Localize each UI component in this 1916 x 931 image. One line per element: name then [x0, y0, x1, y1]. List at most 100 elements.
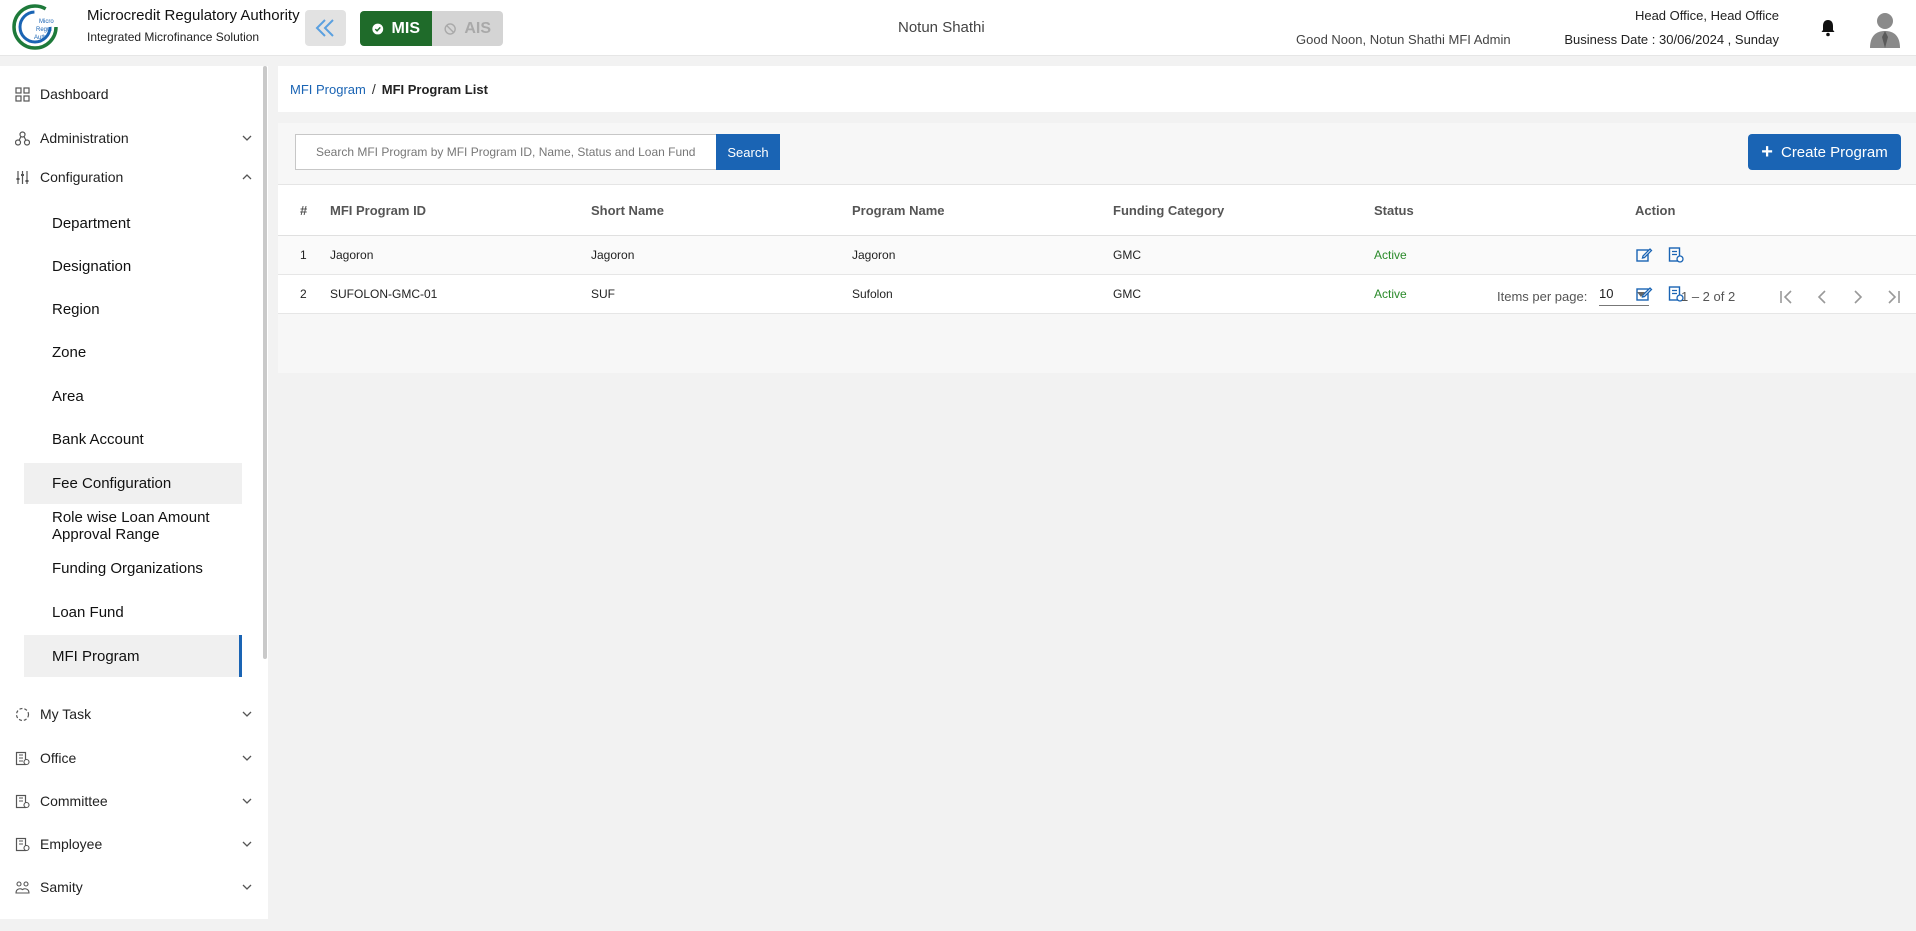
chevron-down-icon	[242, 711, 252, 717]
cell-program-id: Jagoron	[330, 248, 374, 262]
last-page-icon[interactable]	[1883, 286, 1905, 308]
sidebar-subitem-fee-configuration[interactable]: Fee Configuration	[24, 463, 242, 504]
sidebar-item-committee[interactable]: Committee	[0, 784, 260, 818]
top-header: Micro Regul Auth Microcredit Regulatory …	[0, 0, 1916, 56]
next-page-icon[interactable]	[1847, 286, 1869, 308]
breadcrumb: MFI Program / MFI Program List	[278, 66, 1916, 112]
create-program-label: Create Program	[1780, 143, 1888, 161]
cell-status: Active	[1374, 248, 1407, 262]
business-date: Business Date : 30/06/2024 , Sunday	[1564, 32, 1779, 47]
user-avatar-icon[interactable]	[1868, 10, 1902, 48]
app-title: Microcredit Regulatory Authority	[87, 7, 300, 24]
column-header-status: Status	[1374, 202, 1414, 218]
items-per-page-label: Items per page:	[1497, 289, 1588, 304]
check-circle-icon	[372, 23, 384, 34]
notification-bell-icon[interactable]	[1818, 18, 1838, 38]
search-input[interactable]	[295, 134, 719, 170]
search-button[interactable]: Search	[716, 134, 780, 170]
sidebar-item-label: Office	[40, 750, 77, 766]
ais-label: AIS	[464, 19, 491, 37]
dropdown-arrow-icon	[1637, 292, 1645, 297]
paginator: Items per page: 10 1 – 2 of 2	[278, 274, 1916, 320]
sidebar-item-label: Committee	[40, 793, 108, 809]
breadcrumb-link-mfi-program[interactable]: MFI Program	[290, 82, 366, 97]
sidebar-item-label: Administration	[40, 130, 129, 146]
mis-mode-button[interactable]: MIS	[360, 11, 432, 46]
column-header-program-id: MFI Program ID	[330, 202, 427, 218]
page-size-select[interactable]: 10	[1599, 286, 1649, 306]
sidebar-subitem-designation[interactable]: Designation	[24, 248, 242, 284]
double-chevron-left-icon	[315, 19, 334, 37]
cell-action	[1635, 236, 1916, 275]
create-program-button[interactable]: + Create Program	[1748, 134, 1901, 170]
employee-icon	[15, 837, 30, 851]
chevron-down-icon	[242, 884, 252, 890]
office-icon	[15, 751, 30, 765]
sliders-icon	[16, 170, 29, 184]
page-size-value: 10	[1599, 286, 1614, 301]
ais-mode-button[interactable]: AIS	[432, 11, 503, 46]
block-icon	[444, 22, 456, 35]
program-list-panel: Search + Create Program # MFI Program ID…	[278, 123, 1916, 373]
chevron-down-icon	[242, 135, 252, 141]
sidebar-item-employee[interactable]: Employee	[0, 827, 260, 861]
cell-index: 1	[300, 248, 307, 262]
column-header-index: #	[300, 202, 308, 218]
mis-label: MIS	[391, 19, 420, 37]
committee-icon	[15, 794, 30, 808]
sidebar-subitem-role-loan-approval[interactable]: Role wise Loan Amount Approval Range	[24, 507, 242, 545]
sidebar-item-administration[interactable]: Administration	[0, 121, 260, 155]
sidebar-item-label: Dashboard	[40, 86, 109, 102]
greeting-text: Good Noon, Notun Shathi MFI Admin	[1296, 32, 1511, 47]
cell-funding-category: GMC	[1113, 248, 1141, 262]
view-details-icon[interactable]	[1667, 246, 1685, 264]
sidebar-item-label: Configuration	[40, 169, 124, 185]
collapse-sidebar-button[interactable]	[305, 10, 346, 46]
cell-program-name: Jagoron	[852, 248, 896, 262]
sidebar-subitem-bank-account[interactable]: Bank Account	[24, 421, 242, 457]
sidebar-item-label: Samity	[40, 879, 83, 895]
sidebar-item-dashboard[interactable]: Dashboard	[0, 77, 260, 111]
svg-text:Micro: Micro	[39, 19, 54, 25]
sidebar-item-my-task[interactable]: My Task	[0, 697, 260, 731]
previous-page-icon[interactable]	[1811, 286, 1833, 308]
mra-logo: Micro Regul Auth	[12, 4, 58, 50]
sidebar-item-configuration[interactable]: Configuration	[0, 160, 260, 194]
sidebar-subitem-loan-fund[interactable]: Loan Fund	[24, 594, 242, 630]
chevron-up-icon	[242, 174, 252, 180]
edit-icon[interactable]	[1635, 246, 1653, 264]
grid-icon	[15, 86, 30, 102]
sidebar-subitem-region[interactable]: Region	[24, 291, 242, 327]
svg-text:Auth: Auth	[34, 35, 46, 41]
app-subtitle: Integrated Microfinance Solution	[87, 30, 260, 44]
sidebar-item-samity[interactable]: Samity	[0, 870, 260, 904]
column-header-program-name: Program Name	[852, 202, 945, 218]
samity-icon	[15, 880, 30, 894]
sidebar-item-label: My Task	[40, 706, 92, 722]
chevron-down-icon	[242, 755, 252, 761]
sidebar-scrollbar[interactable]	[263, 66, 267, 659]
table-header-row: # MFI Program ID Short Name Program Name…	[278, 184, 1916, 236]
office-name: Head Office, Head Office	[1634, 8, 1779, 23]
module-switcher: MIS AIS	[360, 11, 503, 46]
hierarchy-icon	[15, 130, 30, 146]
sidebar-subitem-area[interactable]: Area	[24, 378, 242, 414]
cell-short-name: Jagoron	[591, 248, 635, 262]
chevron-down-icon	[242, 841, 252, 847]
sidebar-item-office[interactable]: Office	[0, 741, 260, 775]
plus-icon: +	[1761, 141, 1773, 163]
chevron-down-icon	[242, 798, 252, 804]
sidebar-item-label: Employee	[40, 836, 103, 852]
organization-name: Notun Shathi	[898, 19, 985, 36]
sidebar-subitem-funding-organizations[interactable]: Funding Organizations	[24, 550, 242, 586]
svg-text:Regul: Regul	[36, 27, 52, 33]
breadcrumb-separator: /	[371, 81, 376, 97]
page-range-label: 1 – 2 of 2	[1681, 289, 1736, 304]
task-icon	[15, 707, 30, 721]
table-row[interactable]: 1 Jagoron Jagoron Jagoron GMC Active	[278, 235, 1916, 275]
sidebar-subitem-mfi-program[interactable]: MFI Program	[24, 635, 242, 677]
sidebar-subitem-zone[interactable]: Zone	[24, 334, 242, 370]
first-page-icon[interactable]	[1775, 286, 1797, 308]
sidebar-subitem-department[interactable]: Department	[24, 205, 242, 241]
column-header-action: Action	[1635, 202, 1676, 218]
